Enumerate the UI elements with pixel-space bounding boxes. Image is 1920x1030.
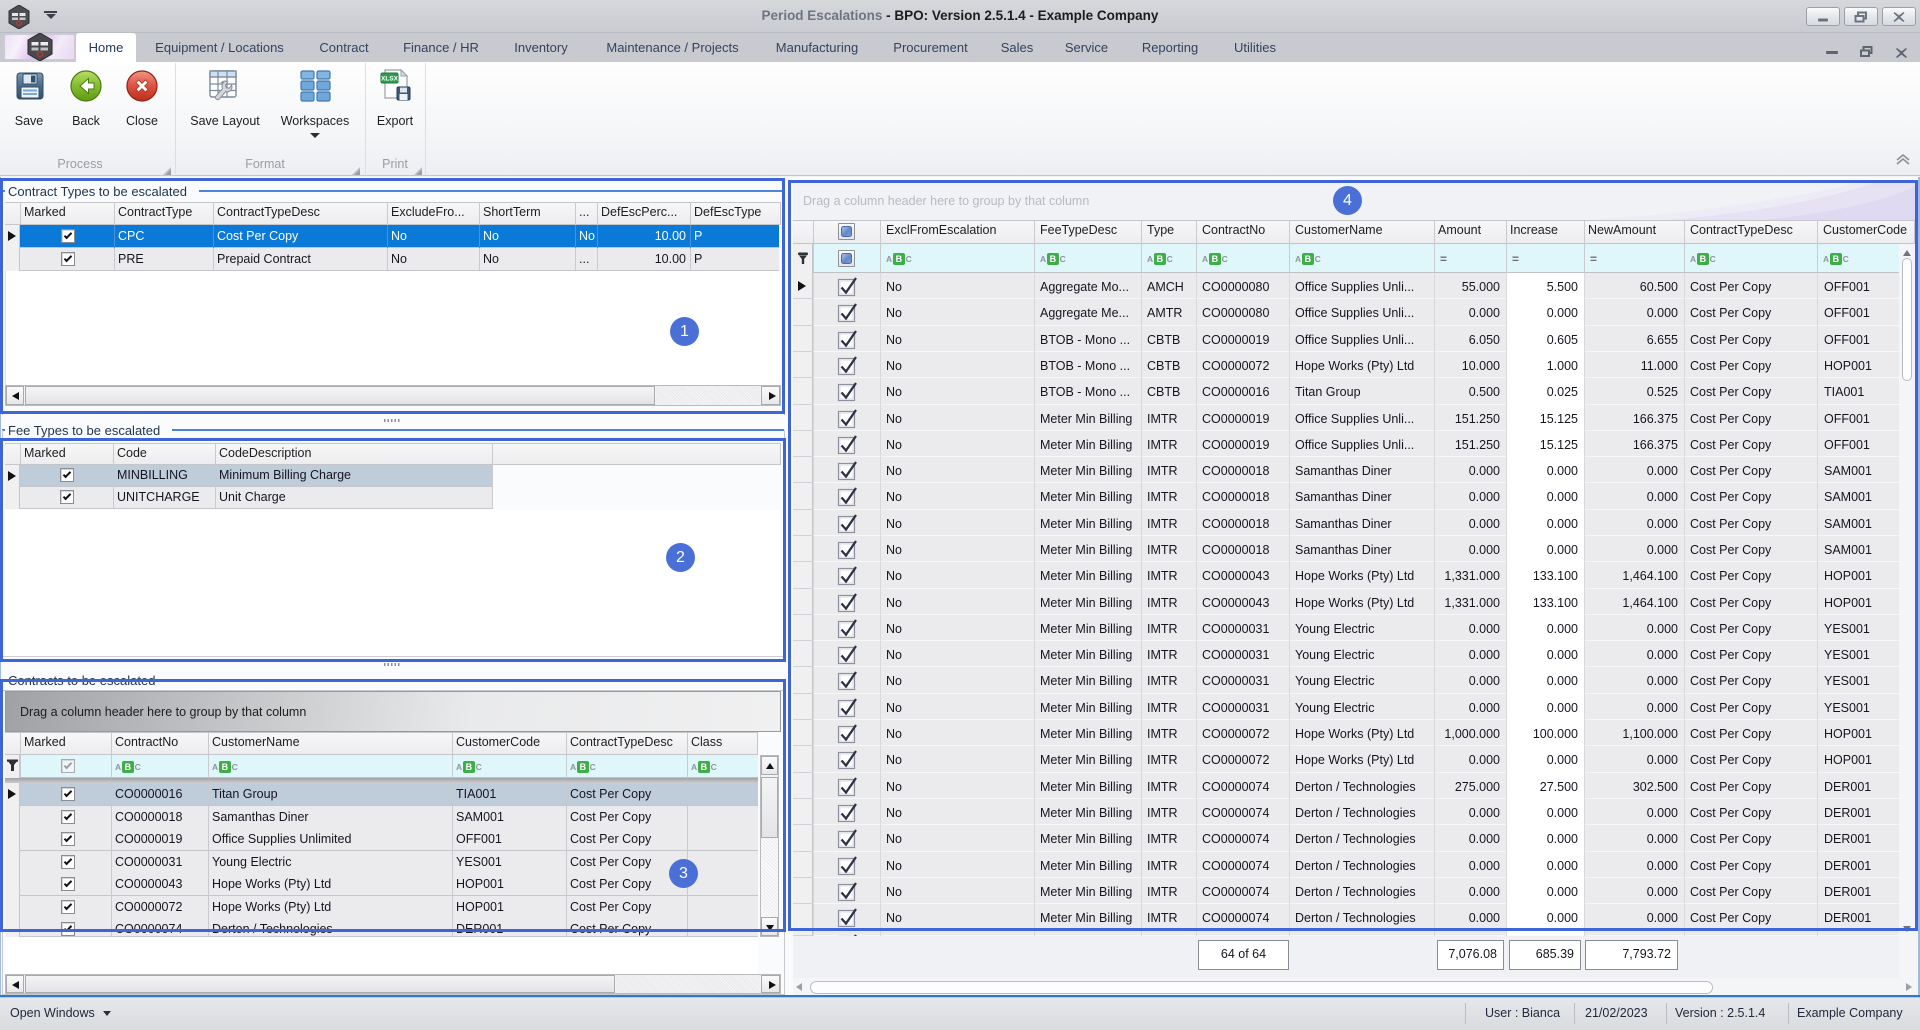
svg-text:XLSX: XLSX — [381, 76, 399, 83]
